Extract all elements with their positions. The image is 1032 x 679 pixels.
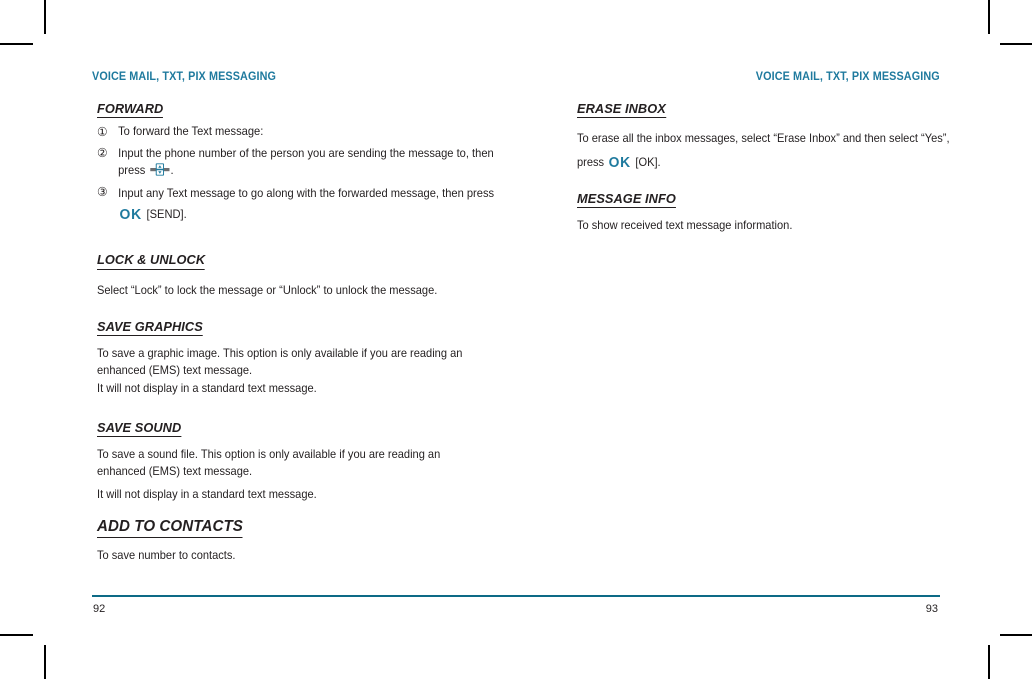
section-erase-inbox: ERASE INBOX To erase all the inbox messa… (577, 100, 970, 175)
step-text-3-after: [SEND]. (143, 208, 187, 222)
step-text-2-after: . (170, 163, 174, 177)
section-lock-unlock: LOCK & UNLOCK Select “Lock” to lock the … (97, 251, 490, 302)
section-body-add-to-contacts: To save number to contacts. (97, 549, 236, 563)
section-body-lock-unlock: Select “Lock” to lock the message or “Un… (97, 283, 438, 297)
crop-mark-bottom-right-vertical (988, 645, 990, 679)
section-heading-save-sound: SAVE SOUND (97, 420, 182, 437)
section-body-erase-inbox: To erase all the inbox messages, select … (577, 127, 967, 175)
crop-mark-bottom-left-horizontal (0, 634, 33, 636)
manual-page-spread: VOICE MAIL, TXT, PIX MESSAGING VOICE MAI… (92, 60, 950, 620)
step-text-2-before: Input the phone number of the person you… (118, 146, 494, 177)
section-heading-lock-unlock: LOCK & UNLOCK (97, 252, 206, 270)
list-item: ② Input the phone number of the person y… (97, 145, 510, 180)
section-body-save-graphics-2: It will not display in a standard text m… (97, 381, 317, 395)
crop-mark-top-right-vertical (988, 0, 990, 34)
section-message-info: MESSAGE INFO To show received text messa… (577, 190, 970, 235)
ok-key-icon: OK (608, 155, 631, 172)
section-heading-forward: FORWARD (97, 101, 164, 119)
page-number-left: 92 (93, 603, 106, 615)
section-heading-add-to-contacts: ADD TO CONTACTS (97, 518, 243, 539)
section-forward: FORWARD ① To forward the Text message: ②… (97, 100, 494, 226)
section-body-save-sound-2: It will not display in a standard text m… (97, 487, 317, 501)
section-save-sound: SAVE SOUND To save a sound file. This op… (97, 419, 490, 504)
list-item: ① To forward the Text message: (97, 123, 510, 140)
section-body-message-info: To show received text message informatio… (577, 219, 793, 233)
navigation-key-icon (149, 163, 170, 176)
step-text-3-before: Input any Text message to go along with … (118, 187, 495, 201)
footer-rule (92, 595, 940, 597)
section-save-graphics: SAVE GRAPHICS To save a graphic image. T… (97, 318, 490, 398)
running-head-left: VOICE MAIL, TXT, PIX MESSAGING (92, 71, 277, 83)
crop-mark-bottom-left-vertical (44, 645, 46, 679)
crop-mark-top-right-horizontal (1000, 43, 1032, 45)
crop-mark-top-left-vertical (44, 0, 46, 34)
list-item: ③ Input any Text message to go along wit… (97, 183, 510, 226)
section-heading-save-graphics: SAVE GRAPHICS (97, 319, 203, 336)
section-heading-message-info: MESSAGE INFO (577, 191, 676, 209)
step-marker-2: ② (97, 145, 108, 161)
erase-inbox-text-after: [OK]. (632, 156, 661, 170)
left-column: FORWARD ① To forward the Text message: ②… (97, 100, 494, 565)
forward-steps-list: ① To forward the Text message: ② Input t… (97, 123, 494, 226)
section-add-to-contacts: ADD TO CONTACTS To save number to contac… (97, 518, 490, 565)
ok-key-icon: OK (119, 207, 142, 224)
section-body-save-graphics-1: To save a graphic image. This option is … (97, 346, 463, 378)
crop-mark-bottom-right-horizontal (1000, 634, 1032, 636)
step-marker-1: ① (97, 123, 108, 139)
section-body-save-sound-1: To save a sound file. This option is onl… (97, 447, 441, 479)
page-number-right: 93 (925, 603, 938, 615)
crop-mark-top-left-horizontal (0, 43, 33, 45)
section-heading-erase-inbox: ERASE INBOX (577, 101, 666, 119)
running-head-right: VOICE MAIL, TXT, PIX MESSAGING (755, 71, 940, 83)
right-column: ERASE INBOX To erase all the inbox messa… (577, 100, 970, 235)
step-text-1: To forward the Text message: (118, 125, 264, 139)
step-marker-3: ③ (97, 183, 108, 199)
